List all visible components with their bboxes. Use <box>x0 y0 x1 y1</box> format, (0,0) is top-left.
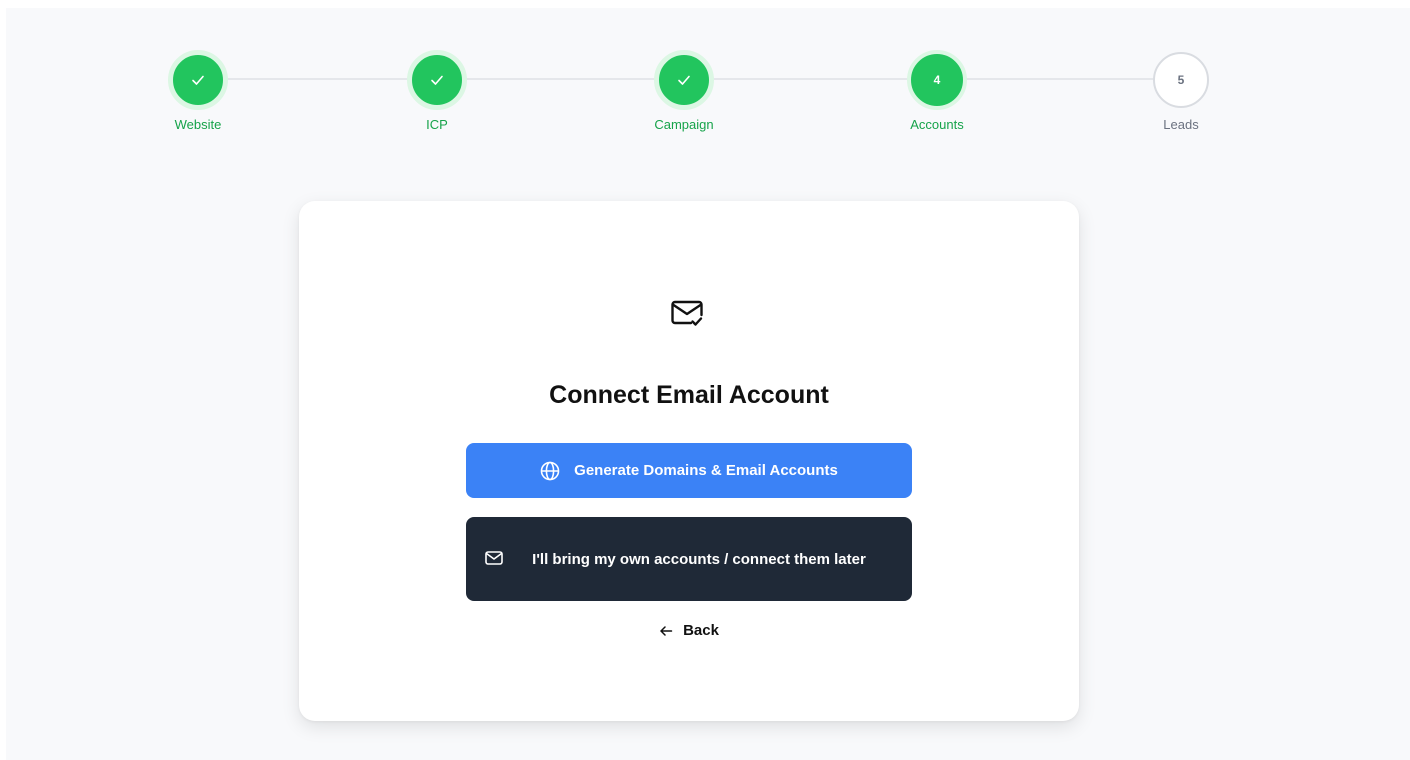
mail-icon <box>484 549 504 567</box>
bring-own-accounts-button[interactable]: I'll bring my own accounts / connect the… <box>466 517 912 601</box>
back-label: Back <box>683 622 719 639</box>
connect-email-card: Connect Email Account Generate Domains &… <box>299 201 1079 721</box>
step-label: ICP <box>426 117 448 132</box>
step-campaign[interactable]: Campaign <box>614 50 754 133</box>
check-icon <box>192 75 204 85</box>
onboarding-page: Website ICP Campaign 4 Accounts 5 Leads <box>6 8 1410 760</box>
step-website[interactable]: Website <box>128 50 268 133</box>
step-circle: 5 <box>1153 52 1209 108</box>
check-icon <box>431 75 443 85</box>
step-icp[interactable]: ICP <box>367 50 507 133</box>
step-label: Leads <box>1163 117 1199 132</box>
step-circle <box>168 50 228 110</box>
generate-domains-button[interactable]: Generate Domains & Email Accounts <box>466 443 912 498</box>
check-icon <box>678 75 690 85</box>
step-circle: 4 <box>907 50 967 110</box>
globe-icon <box>540 461 560 481</box>
step-label: Accounts <box>910 117 964 132</box>
progress-stepper: Website ICP Campaign 4 Accounts 5 Leads <box>6 8 1410 168</box>
back-link[interactable]: Back <box>299 622 1079 639</box>
step-circle <box>407 50 467 110</box>
step-circle <box>654 50 714 110</box>
step-leads[interactable]: 5 Leads <box>1111 50 1251 133</box>
generate-domains-label: Generate Domains & Email Accounts <box>574 462 838 479</box>
step-label: Campaign <box>654 117 714 132</box>
bring-own-accounts-label: I'll bring my own accounts / connect the… <box>532 550 866 568</box>
card-title: Connect Email Account <box>549 381 829 409</box>
arrow-left-icon <box>659 625 673 637</box>
step-label: Website <box>174 117 222 132</box>
step-accounts[interactable]: 4 Accounts <box>867 50 1007 133</box>
mail-check-icon <box>669 297 705 331</box>
